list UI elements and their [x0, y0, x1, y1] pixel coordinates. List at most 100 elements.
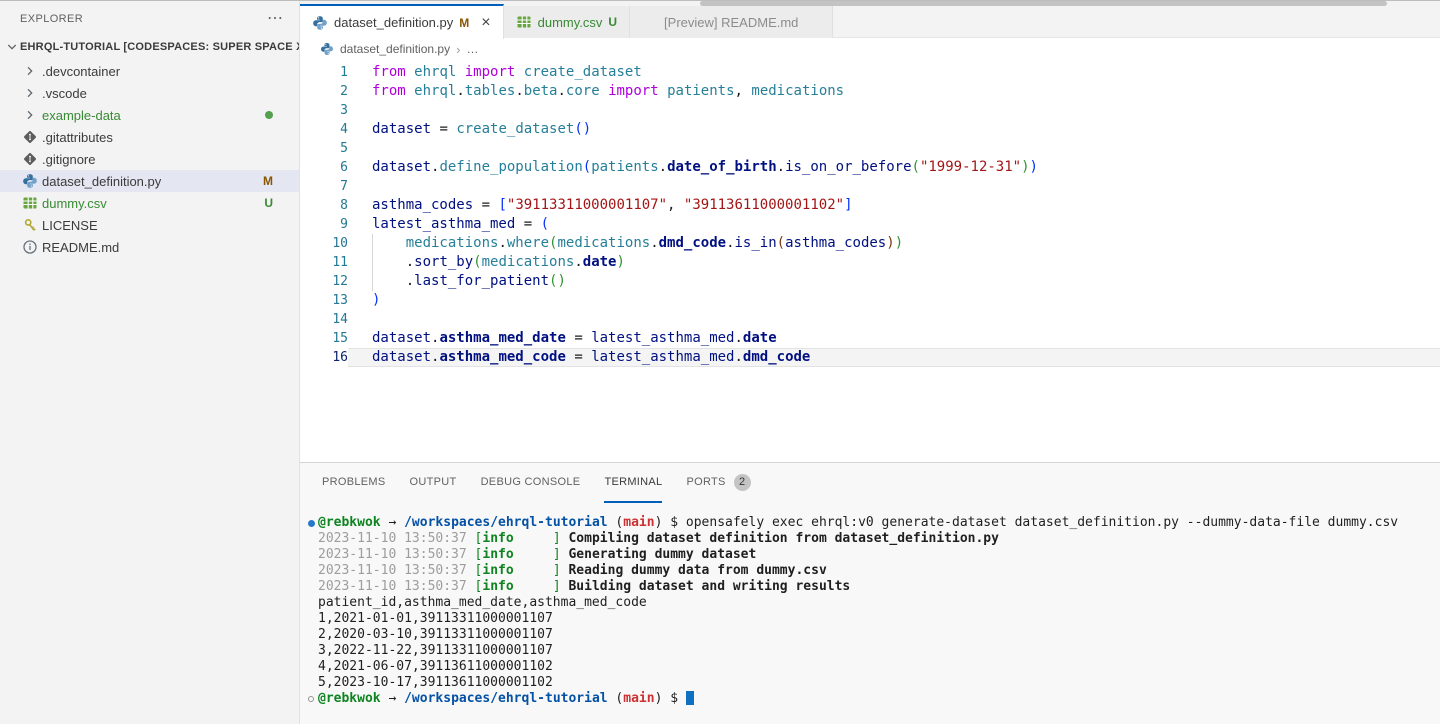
tab--preview-readme-md[interactable]: [Preview] README.md	[630, 6, 833, 38]
code-token: date	[583, 254, 617, 270]
terminal-line-5: 2023-11-10 13:50:37 [info ] Building dat…	[304, 579, 1440, 595]
code-token	[372, 254, 406, 270]
file-label: .gitignore	[42, 152, 95, 167]
line-number[interactable]: 8	[300, 196, 348, 215]
file-item-dummy-csv[interactable]: dummy.csvU	[0, 192, 299, 214]
code-line-14[interactable]: 14	[300, 310, 1440, 329]
code-line-13[interactable]: 13)	[300, 291, 1440, 310]
code-token: where	[507, 235, 549, 251]
breadcrumb-more[interactable]: …	[466, 42, 478, 56]
code-token: (	[583, 159, 591, 175]
line-number[interactable]: 15	[300, 329, 348, 348]
panel-tab-terminal[interactable]: TERMINAL	[604, 463, 662, 503]
code-text	[348, 139, 1440, 158]
panel-tab-label: TERMINAL	[604, 476, 662, 488]
file-item--gitattributes[interactable]: .gitattributes	[0, 126, 299, 148]
line-number[interactable]: 12	[300, 272, 348, 291]
panel-tab-ports[interactable]: PORTS2	[686, 463, 750, 503]
command-decoration-icon[interactable]	[304, 691, 318, 707]
folder-item--vscode[interactable]: .vscode	[0, 82, 299, 104]
panel-tab-problems[interactable]: PROBLEMS	[322, 463, 386, 503]
folder-item-example-data[interactable]: example-data	[0, 104, 299, 126]
terminal-token: /workspaces/ehrql-tutorial	[404, 515, 608, 531]
terminal-token: [	[475, 579, 483, 595]
code-line-10[interactable]: 10 medications.where(medications.dmd_cod…	[300, 234, 1440, 253]
line-number[interactable]: 1	[300, 63, 348, 82]
more-actions-icon[interactable]: ⋯	[267, 14, 283, 24]
code-token: .	[734, 330, 742, 346]
code-token: ()	[574, 121, 591, 137]
line-number[interactable]: 4	[300, 120, 348, 139]
file-item-license[interactable]: LICENSE	[0, 214, 299, 236]
code-line-15[interactable]: 15dataset.asthma_med_date = latest_asthm…	[300, 329, 1440, 348]
tab-label: dataset_definition.py	[334, 15, 453, 30]
code-editor[interactable]: 1from ehrql import create_dataset2from e…	[300, 60, 1440, 367]
folder-item--devcontainer[interactable]: .devcontainer	[0, 60, 299, 82]
file-label: README.md	[42, 240, 119, 255]
code-line-5[interactable]: 5	[300, 139, 1440, 158]
code-token: .	[498, 235, 506, 251]
code-line-3[interactable]: 3	[300, 101, 1440, 120]
code-token: dataset	[372, 159, 431, 175]
terminal-token	[514, 563, 553, 579]
code-line-1[interactable]: 1from ehrql import create_dataset	[300, 63, 1440, 82]
line-number[interactable]: 5	[300, 139, 348, 158]
file-item-readme-md[interactable]: README.md	[0, 236, 299, 258]
code-token	[372, 273, 406, 289]
terminal-token: 5,2023-10-17,39113611000001102	[318, 675, 553, 691]
terminal-gutter	[304, 531, 318, 547]
file-item--gitignore[interactable]: .gitignore	[0, 148, 299, 170]
line-number[interactable]: 3	[300, 101, 348, 120]
code-text: dataset.asthma_med_code = latest_asthma_…	[348, 348, 1440, 367]
terminal-token: info	[482, 579, 513, 595]
code-line-11[interactable]: 11 .sort_by(medications.date)	[300, 253, 1440, 272]
line-number[interactable]: 2	[300, 82, 348, 101]
terminal-token: @rebkwok	[318, 691, 381, 707]
code-line-9[interactable]: 9latest_asthma_med = (	[300, 215, 1440, 234]
code-text: )	[348, 291, 1440, 310]
code-token: (	[912, 159, 920, 175]
terminal-line-9: 3,2022-11-22,39113311000001107	[304, 643, 1440, 659]
terminal-token: Generating dummy dataset	[568, 547, 756, 563]
code-line-16[interactable]: 16dataset.asthma_med_code = latest_asthm…	[300, 348, 1440, 367]
code-token: import	[465, 64, 516, 80]
code-token: medications	[557, 235, 650, 251]
code-line-2[interactable]: 2from ehrql.tables.beta.core import pati…	[300, 82, 1440, 101]
code-line-12[interactable]: 12 .last_for_patient()	[300, 272, 1440, 291]
code-line-4[interactable]: 4dataset = create_dataset()	[300, 120, 1440, 139]
terminal[interactable]: @rebkwok → /workspaces/ehrql-tutorial (m…	[300, 503, 1440, 707]
code-line-8[interactable]: 8asthma_codes = ["39113311000001107", "3…	[300, 196, 1440, 215]
workspace-section-header[interactable]: EHRQL-TUTORIAL [CODESPACES: SUPER SPACE …	[0, 36, 299, 58]
breadcrumb-file[interactable]: dataset_definition.py	[340, 42, 450, 56]
code-token: )	[1021, 159, 1029, 175]
command-decoration-icon[interactable]	[304, 515, 318, 531]
code-text	[348, 101, 1440, 120]
line-number[interactable]: 6	[300, 158, 348, 177]
close-icon[interactable]: ×	[481, 14, 490, 32]
terminal-token: info	[482, 563, 513, 579]
code-text: from ehrql import create_dataset	[348, 63, 1440, 82]
git-status-badge: U	[264, 196, 273, 210]
line-number[interactable]: 13	[300, 291, 348, 310]
panel-tab-debug-console[interactable]: DEBUG CONSOLE	[481, 463, 581, 503]
line-number[interactable]: 11	[300, 253, 348, 272]
code-token: "1999-12-31"	[920, 159, 1021, 175]
code-token: ehrql	[414, 64, 456, 80]
line-number[interactable]: 9	[300, 215, 348, 234]
tab-dummy-csv[interactable]: dummy.csvU	[504, 6, 630, 38]
tab-overflow-scrollbar[interactable]	[700, 1, 1387, 6]
line-number[interactable]: 14	[300, 310, 348, 329]
line-number[interactable]: 10	[300, 234, 348, 253]
code-token: patients	[591, 159, 658, 175]
panel-tab-output[interactable]: OUTPUT	[410, 463, 457, 503]
code-line-6[interactable]: 6dataset.define_population(patients.date…	[300, 158, 1440, 177]
code-token: .	[456, 83, 464, 99]
git-icon	[22, 129, 38, 145]
tab-dataset-definition-py[interactable]: dataset_definition.pyM×	[300, 4, 504, 39]
code-text: dataset.define_population(patients.date_…	[348, 158, 1440, 177]
code-line-7[interactable]: 7	[300, 177, 1440, 196]
line-number[interactable]: 7	[300, 177, 348, 196]
file-item-dataset-definition-py[interactable]: dataset_definition.pyM	[0, 170, 299, 192]
code-token: )	[372, 292, 380, 308]
line-number[interactable]: 16	[300, 348, 348, 367]
